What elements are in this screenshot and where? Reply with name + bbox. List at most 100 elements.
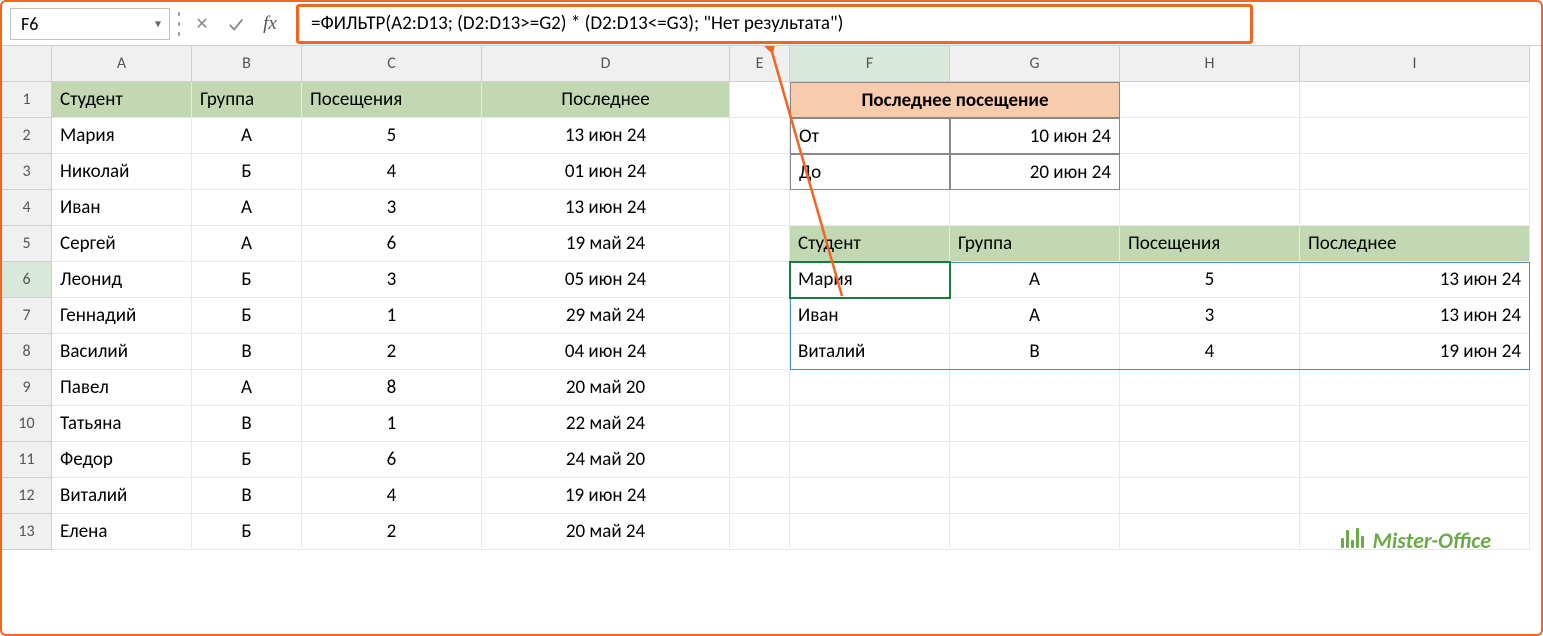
result-header[interactable]: Посещения	[1120, 226, 1300, 262]
empty-cell[interactable]	[730, 154, 790, 190]
result-cell[interactable]: 5	[1120, 262, 1300, 298]
col-header[interactable]: F	[790, 46, 950, 82]
row-header[interactable]: 2	[2, 118, 52, 154]
empty-cell[interactable]	[790, 514, 950, 550]
row-header[interactable]: 6	[2, 262, 52, 298]
col-header[interactable]: B	[192, 46, 302, 82]
empty-cell[interactable]	[1300, 154, 1530, 190]
data-cell[interactable]: В	[192, 406, 302, 442]
col-header[interactable]: I	[1300, 46, 1530, 82]
data-cell[interactable]: 29 май 24	[482, 298, 730, 334]
empty-cell[interactable]	[950, 370, 1120, 406]
spreadsheet-grid[interactable]: A B C D E F G H I 1 Студент Группа Посещ…	[2, 46, 1541, 550]
data-cell[interactable]: В	[192, 334, 302, 370]
data-cell[interactable]: Б	[192, 442, 302, 478]
empty-cell[interactable]	[1120, 442, 1300, 478]
select-all-corner[interactable]	[2, 46, 52, 82]
formula-input[interactable]: =ФИЛЬТР(A2:D13; (D2:D13>=G2) * (D2:D13<=…	[296, 4, 1253, 44]
data-cell[interactable]: 6	[302, 442, 482, 478]
empty-cell[interactable]	[1300, 478, 1530, 514]
filter-title[interactable]: Последнее посещение	[790, 82, 1120, 118]
col-header[interactable]: E	[730, 46, 790, 82]
empty-cell[interactable]	[1120, 82, 1300, 118]
empty-cell[interactable]	[1120, 190, 1300, 226]
data-cell[interactable]: А	[192, 370, 302, 406]
result-cell[interactable]: 13 июн 24	[1300, 262, 1530, 298]
empty-cell[interactable]	[1120, 514, 1300, 550]
empty-cell[interactable]	[730, 190, 790, 226]
result-cell[interactable]: Виталий	[790, 334, 950, 370]
empty-cell[interactable]	[730, 514, 790, 550]
data-cell[interactable]: 05 июн 24	[482, 262, 730, 298]
data-cell[interactable]: Б	[192, 514, 302, 550]
data-cell[interactable]: 6	[302, 226, 482, 262]
row-header[interactable]: 8	[2, 334, 52, 370]
data-cell[interactable]: Виталий	[52, 478, 192, 514]
empty-cell[interactable]	[1120, 478, 1300, 514]
data-cell[interactable]: Б	[192, 154, 302, 190]
data-cell[interactable]: 22 май 24	[482, 406, 730, 442]
col-header[interactable]: H	[1120, 46, 1300, 82]
data-cell[interactable]: 5	[302, 118, 482, 154]
data-cell[interactable]: Федор	[52, 442, 192, 478]
row-header[interactable]: 3	[2, 154, 52, 190]
data-cell[interactable]: 8	[302, 370, 482, 406]
data-cell[interactable]: Иван	[52, 190, 192, 226]
empty-cell[interactable]	[730, 406, 790, 442]
confirm-icon[interactable]	[222, 10, 250, 38]
data-cell[interactable]: Б	[192, 298, 302, 334]
row-header[interactable]: 4	[2, 190, 52, 226]
data-cell[interactable]: Павел	[52, 370, 192, 406]
data-cell[interactable]: 1	[302, 298, 482, 334]
data-cell[interactable]: А	[192, 118, 302, 154]
fx-icon[interactable]: fx	[256, 10, 284, 38]
row-header[interactable]: 13	[2, 514, 52, 550]
filter-to-value[interactable]: 20 июн 24	[950, 154, 1120, 190]
data-cell[interactable]: А	[192, 190, 302, 226]
empty-cell[interactable]	[950, 190, 1120, 226]
empty-cell[interactable]	[790, 190, 950, 226]
data-cell[interactable]: Леонид	[52, 262, 192, 298]
chevron-down-icon[interactable]: ▾	[155, 16, 161, 31]
name-box[interactable]: F6 ▾	[10, 8, 170, 40]
empty-cell[interactable]	[950, 406, 1120, 442]
result-cell[interactable]: 19 июн 24	[1300, 334, 1530, 370]
empty-cell[interactable]	[1120, 118, 1300, 154]
data-cell[interactable]: Геннадий	[52, 298, 192, 334]
data-cell[interactable]: 3	[302, 190, 482, 226]
row-header[interactable]: 10	[2, 406, 52, 442]
result-cell[interactable]: 4	[1120, 334, 1300, 370]
empty-cell[interactable]	[730, 82, 790, 118]
data-cell[interactable]: В	[192, 478, 302, 514]
empty-cell[interactable]	[1300, 82, 1530, 118]
data-cell[interactable]: 20 май 24	[482, 514, 730, 550]
col-header[interactable]: C	[302, 46, 482, 82]
cancel-icon[interactable]: ✕	[188, 10, 216, 38]
empty-cell[interactable]	[1300, 370, 1530, 406]
row-header[interactable]: 5	[2, 226, 52, 262]
data-cell[interactable]: 20 май 20	[482, 370, 730, 406]
empty-cell[interactable]	[1300, 118, 1530, 154]
data-cell[interactable]: Б	[192, 262, 302, 298]
row-header[interactable]: 12	[2, 478, 52, 514]
result-cell[interactable]: Иван	[790, 298, 950, 334]
data-cell[interactable]: Татьяна	[52, 406, 192, 442]
data-cell[interactable]: 4	[302, 154, 482, 190]
col-header[interactable]: D	[482, 46, 730, 82]
empty-cell[interactable]	[1300, 190, 1530, 226]
empty-cell[interactable]	[1300, 406, 1530, 442]
data-cell[interactable]: 24 май 20	[482, 442, 730, 478]
data-cell[interactable]: Мария	[52, 118, 192, 154]
result-cell[interactable]: 3	[1120, 298, 1300, 334]
data-cell[interactable]: 13 июн 24	[482, 190, 730, 226]
empty-cell[interactable]	[1120, 406, 1300, 442]
filter-from-label[interactable]: От	[790, 118, 950, 154]
data-cell[interactable]: 19 июн 24	[482, 478, 730, 514]
empty-cell[interactable]	[730, 262, 790, 298]
data-cell[interactable]: 2	[302, 334, 482, 370]
empty-cell[interactable]	[790, 478, 950, 514]
row-header[interactable]: 1	[2, 82, 52, 118]
empty-cell[interactable]	[790, 406, 950, 442]
empty-cell[interactable]	[1120, 154, 1300, 190]
empty-cell[interactable]	[950, 442, 1120, 478]
